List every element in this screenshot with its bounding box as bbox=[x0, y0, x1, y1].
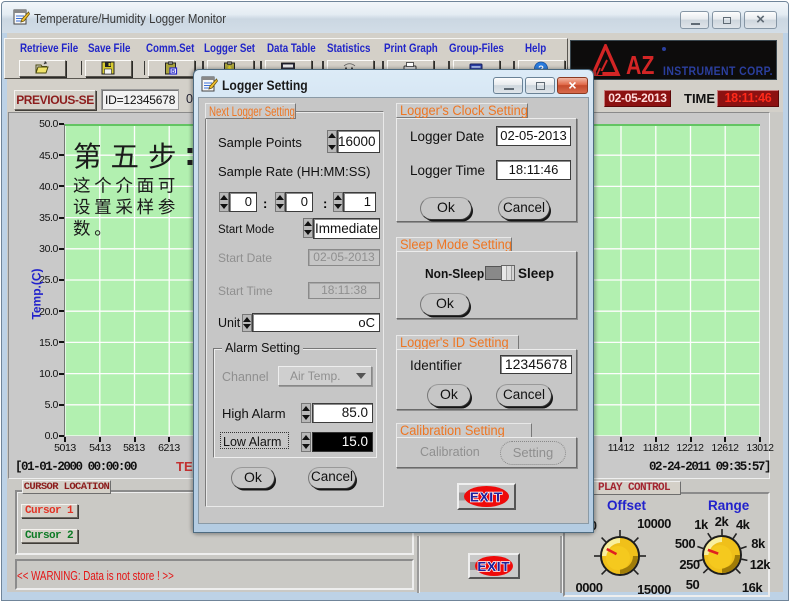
svg-text:B: B bbox=[171, 69, 175, 75]
svg-text:EXIT: EXIT bbox=[478, 559, 511, 574]
svg-text:EXIT: EXIT bbox=[470, 490, 503, 505]
